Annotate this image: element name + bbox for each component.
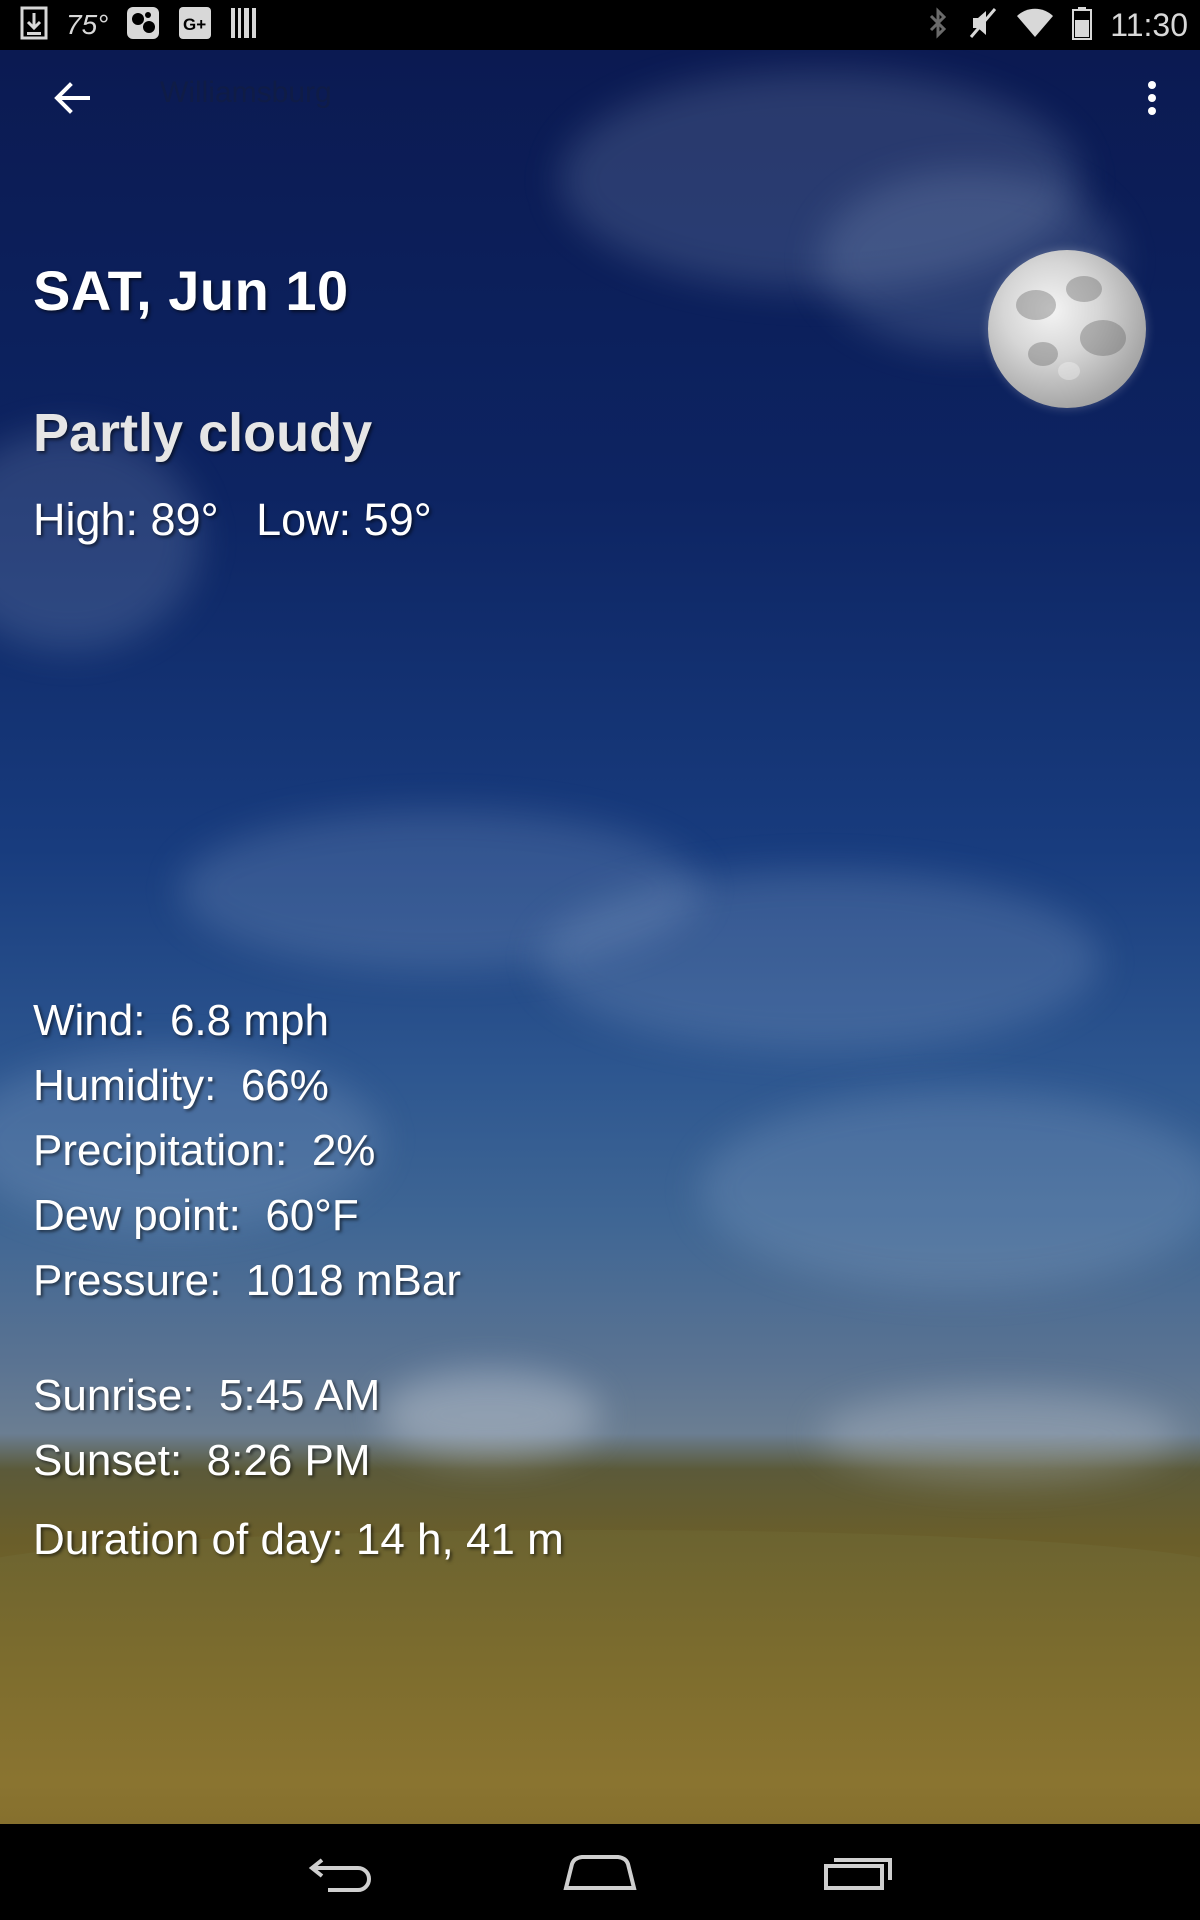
sunrise-value: 5:45 AM <box>218 1371 381 1420</box>
nav-home-icon <box>563 1855 637 1890</box>
wifi-icon <box>1016 7 1054 44</box>
toolbar-title: Williamsburg <box>160 76 332 109</box>
barcode-icon <box>230 7 258 44</box>
precipitation-row: Precipitation: 2% <box>33 1126 375 1176</box>
wind-row: Wind: 6.8 mph <box>33 996 329 1046</box>
navigation-bar <box>0 1824 1200 1920</box>
precipitation-label: Precipitation: <box>33 1126 288 1175</box>
day-duration-value: 14 h, 41 m <box>355 1515 564 1564</box>
status-right-icons: 11:30 <box>926 0 1188 50</box>
nav-recents-button[interactable] <box>808 1842 908 1902</box>
status-time: 11:30 <box>1110 6 1188 43</box>
day-duration-label: Duration of day: <box>33 1515 344 1564</box>
sunset-label: Sunset: <box>33 1436 183 1485</box>
forecast-date: SAT, Jun 10 <box>33 259 349 322</box>
bluetooth-icon <box>926 6 950 45</box>
google-plus-icon: G+ <box>178 6 212 45</box>
vibrate-mute-icon <box>968 6 998 45</box>
high-low-temps: High: 89° Low: 59° <box>33 494 432 546</box>
toolbar: Williamsburg <box>0 50 1200 140</box>
overflow-menu-button[interactable] <box>1128 70 1176 126</box>
dew-point-row: Dew point: 60°F <box>33 1191 359 1241</box>
sports-ball-icon <box>126 6 160 45</box>
wind-value: 6.8 mph <box>169 996 329 1045</box>
arrow-back-icon <box>54 82 90 114</box>
pressure-label: Pressure: <box>33 1256 222 1305</box>
pressure-row: Pressure: 1018 mBar <box>33 1256 461 1306</box>
low-temp: Low: 59° <box>256 494 432 545</box>
nav-back-icon <box>308 1858 371 1892</box>
back-button[interactable] <box>36 68 108 128</box>
humidity-label: Humidity: <box>33 1061 217 1110</box>
humidity-row: Humidity: 66% <box>33 1061 329 1111</box>
full-moon-icon <box>988 250 1146 408</box>
sunrise-label: Sunrise: <box>33 1371 195 1420</box>
svg-text:G+: G+ <box>183 15 206 34</box>
nav-home-button[interactable] <box>550 1842 650 1902</box>
sunrise-row: Sunrise: 5:45 AM <box>33 1371 380 1421</box>
humidity-value: 66% <box>240 1061 329 1110</box>
pressure-value: 1018 mBar <box>245 1256 461 1305</box>
status-left-icons: 75° G+ <box>20 0 258 50</box>
dew-point-label: Dew point: <box>33 1191 241 1240</box>
download-icon <box>20 6 48 45</box>
screen: 75° G+ 11:30 Williamsburg SAT, Jun 10 Pa… <box>0 0 1200 1920</box>
day-duration-row: Duration of day: 14 h, 41 m <box>33 1515 564 1565</box>
wind-label: Wind: <box>33 996 146 1045</box>
sunset-value: 8:26 PM <box>206 1436 371 1485</box>
status-bar: 75° G+ 11:30 <box>0 0 1200 50</box>
weather-condition: Partly cloudy <box>33 403 373 463</box>
precipitation-value: 2% <box>311 1126 376 1175</box>
more-vert-icon <box>1148 81 1156 115</box>
dew-point-value: 60°F <box>265 1191 359 1240</box>
status-temperature: 75° <box>66 9 109 40</box>
sunset-row: Sunset: 8:26 PM <box>33 1436 371 1486</box>
nav-back-button[interactable] <box>293 1842 393 1902</box>
nav-recents-icon <box>824 1858 892 1890</box>
high-temp: High: 89° <box>33 494 219 545</box>
battery-icon <box>1072 6 1093 45</box>
